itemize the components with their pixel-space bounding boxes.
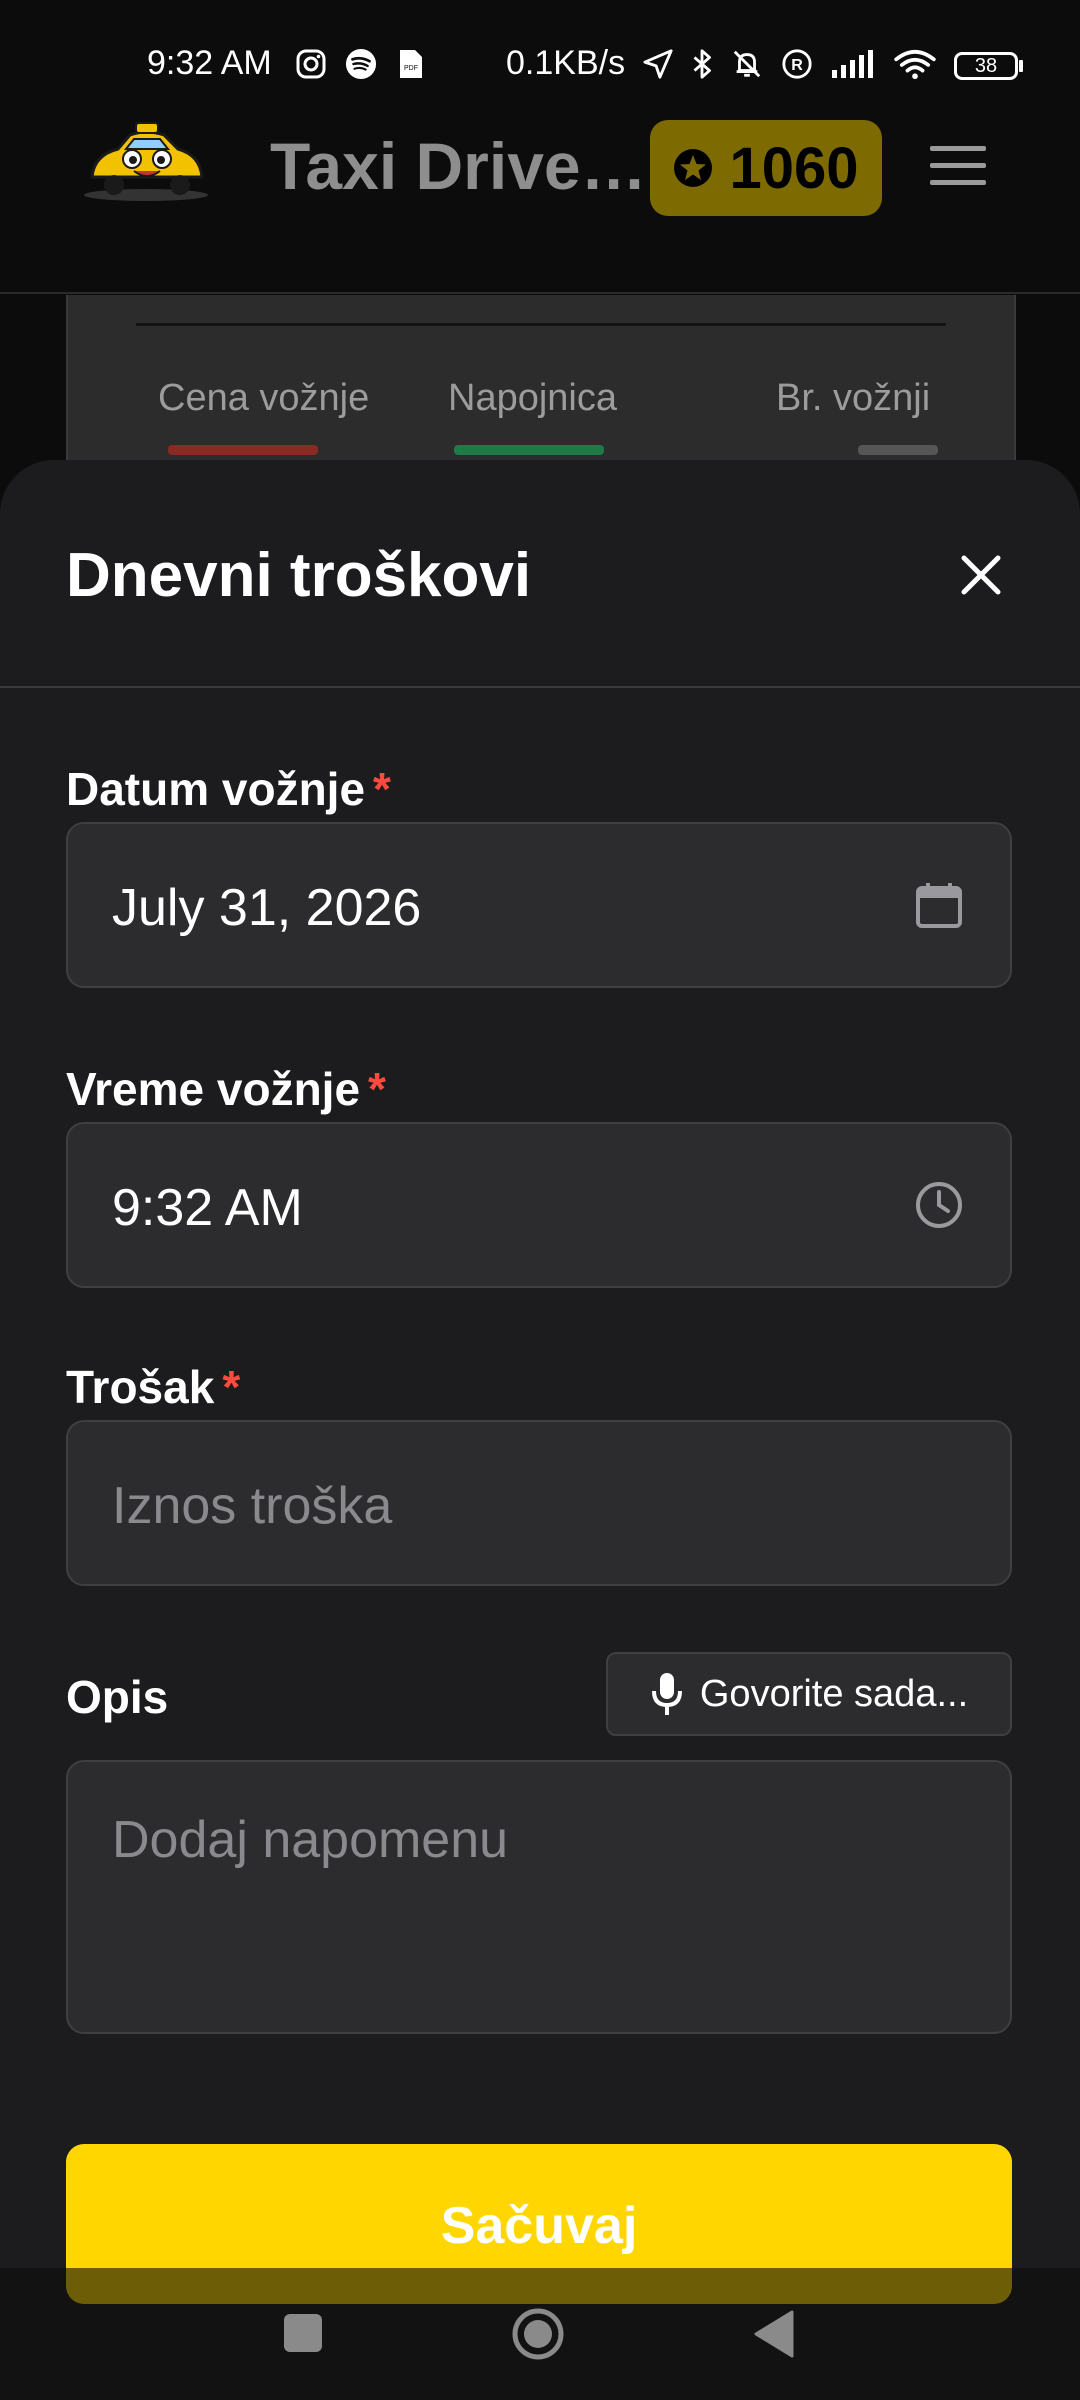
time-label-text: Vreme vožnje xyxy=(66,1063,361,1115)
required-mark: * xyxy=(373,763,391,815)
location-arrow-icon xyxy=(643,49,673,79)
app-title: Taxi Driver... xyxy=(270,129,650,203)
sheet-title: Dnevni troškovi xyxy=(66,541,532,610)
svg-text:PDF: PDF xyxy=(404,65,418,72)
microphone-icon xyxy=(651,1673,682,1715)
time-label: Vreme vožnje * xyxy=(66,1062,386,1116)
wifi-icon xyxy=(894,49,936,80)
cost-placeholder: Iznos troška xyxy=(112,1477,393,1535)
date-value: July 31, 2026 xyxy=(112,879,422,937)
date-field[interactable]: July 31, 2026 xyxy=(66,822,1012,988)
description-textarea[interactable]: Dodaj napomenu xyxy=(66,1760,1012,2034)
time-field[interactable]: 9:32 AM xyxy=(66,1122,1012,1288)
status-time: 9:32 AM xyxy=(147,44,272,82)
pdf-icon: PDF xyxy=(400,50,422,78)
required-mark: * xyxy=(222,1361,241,1413)
clock-icon[interactable] xyxy=(914,1180,964,1230)
spotify-icon xyxy=(345,48,377,80)
sheet-divider xyxy=(0,686,1080,688)
summary-value-rides xyxy=(858,445,938,455)
time-value: 9:32 AM xyxy=(112,1179,303,1237)
points-value: 1060 xyxy=(729,135,859,201)
close-icon[interactable] xyxy=(958,552,1004,598)
taxi-logo-icon xyxy=(84,122,208,201)
description-placeholder: Dodaj napomenu xyxy=(112,1811,509,1869)
battery-level: 38 xyxy=(974,54,998,77)
description-label: Opis xyxy=(66,1671,169,1723)
save-button-label: Sačuvaj xyxy=(440,2197,638,2255)
network-speed: 0.1KB/s xyxy=(506,44,626,82)
system-nav-bar xyxy=(0,2268,1080,2400)
required-mark: * xyxy=(368,1063,386,1115)
cost-label: Trošak * xyxy=(66,1360,240,1414)
voice-input-button[interactable]: Govorite sada... xyxy=(606,1652,1012,1736)
registered-icon: R xyxy=(782,49,812,79)
points-badge[interactable]: 1060 xyxy=(650,120,882,216)
battery-icon: 38 xyxy=(954,52,1018,80)
hamburger-menu-icon[interactable] xyxy=(930,146,986,190)
date-label: Datum vožnje * xyxy=(66,762,391,816)
star-badge-icon xyxy=(674,149,713,187)
home-circle-icon[interactable] xyxy=(512,2308,564,2360)
calendar-icon[interactable] xyxy=(914,880,964,930)
summary-label-tip: Napojnica xyxy=(448,377,617,419)
summary-label-fare: Cena vožnje xyxy=(158,377,370,419)
muted-bell-icon xyxy=(733,50,761,78)
recents-square-icon[interactable] xyxy=(284,2314,322,2352)
card-divider xyxy=(136,323,946,326)
signal-icon xyxy=(832,50,873,78)
back-triangle-icon[interactable] xyxy=(752,2308,796,2360)
status-bar: 9:32 AM PDF 0.1KB/s R 38 xyxy=(0,0,1080,120)
expense-bottom-sheet: Dnevni troškovi Datum vožnje * July 31, 2… xyxy=(0,460,1080,2400)
instagram-icon xyxy=(296,49,326,79)
cost-label-text: Trošak xyxy=(66,1361,215,1413)
battery-tip xyxy=(1019,60,1023,72)
summary-value-fare xyxy=(168,445,318,455)
summary-value-tip xyxy=(454,445,604,455)
svg-text:R: R xyxy=(791,57,803,74)
date-label-text: Datum vožnje xyxy=(66,763,366,815)
bluetooth-icon xyxy=(693,49,711,79)
voice-button-label: Govorite sada... xyxy=(699,1672,969,1715)
cost-input[interactable]: Iznos troška xyxy=(66,1420,1012,1586)
summary-label-rides: Br. vožnji xyxy=(776,377,931,419)
